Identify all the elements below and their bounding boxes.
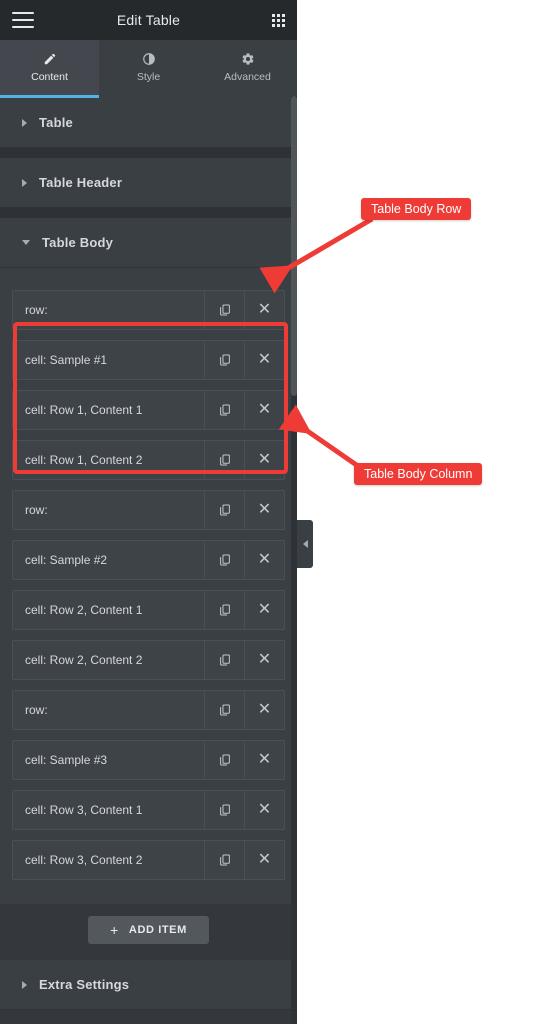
- duplicate-icon[interactable]: [204, 841, 244, 879]
- close-x-icon[interactable]: ✕: [244, 641, 284, 679]
- repeater-item-label[interactable]: cell: Row 1, Content 2: [13, 441, 204, 479]
- repeater-item-label[interactable]: row:: [13, 691, 204, 729]
- repeater-item[interactable]: cell: Sample #1 ✕: [12, 340, 285, 380]
- panel-tabs: Content Style Advanced: [0, 40, 297, 98]
- repeater-item[interactable]: row: ✕: [12, 690, 285, 730]
- close-x-icon[interactable]: ✕: [244, 541, 284, 579]
- close-x-icon[interactable]: ✕: [244, 291, 284, 329]
- tab-advanced[interactable]: Advanced: [198, 40, 297, 98]
- close-x-icon[interactable]: ✕: [244, 591, 284, 629]
- repeater-item[interactable]: cell: Row 2, Content 1 ✕: [12, 590, 285, 630]
- close-x-icon[interactable]: ✕: [244, 341, 284, 379]
- section-extra-settings-label: Extra Settings: [39, 977, 130, 992]
- repeater-item-label[interactable]: cell: Sample #1: [13, 341, 204, 379]
- duplicate-icon[interactable]: [204, 541, 244, 579]
- duplicate-icon[interactable]: [204, 691, 244, 729]
- duplicate-icon[interactable]: [204, 491, 244, 529]
- section-table[interactable]: Table: [0, 98, 297, 148]
- panel-header: Edit Table: [0, 0, 297, 40]
- repeater-item[interactable]: cell: Row 1, Content 2 ✕: [12, 440, 285, 480]
- chevron-down-icon: [22, 240, 30, 245]
- tab-content-label: Content: [31, 71, 68, 84]
- repeater-item-label[interactable]: cell: Row 3, Content 1: [13, 791, 204, 829]
- editor-panel: Edit Table Content Style Advanced Table …: [0, 0, 297, 1024]
- tab-style-label: Style: [136, 71, 161, 84]
- repeater-item-label[interactable]: cell: Row 1, Content 1: [13, 391, 204, 429]
- section-table-header-label: Table Header: [39, 175, 123, 190]
- chevron-left-icon: [302, 540, 308, 548]
- close-x-icon[interactable]: ✕: [244, 741, 284, 779]
- repeater-item[interactable]: cell: Row 1, Content 1 ✕: [12, 390, 285, 430]
- repeater-item[interactable]: row: ✕: [12, 490, 285, 530]
- close-x-icon[interactable]: ✕: [244, 391, 284, 429]
- repeater-item-label[interactable]: cell: Row 3, Content 2: [13, 841, 204, 879]
- duplicate-icon[interactable]: [204, 591, 244, 629]
- page-title: Edit Table: [116, 12, 181, 28]
- add-item-label: ADD ITEM: [128, 924, 187, 936]
- duplicate-icon[interactable]: [204, 641, 244, 679]
- repeater-item[interactable]: cell: Row 2, Content 2 ✕: [12, 640, 285, 680]
- duplicate-icon[interactable]: [204, 441, 244, 479]
- panel-collapse-handle[interactable]: [297, 520, 313, 568]
- section-table-header[interactable]: Table Header: [0, 158, 297, 208]
- hamburger-icon[interactable]: [12, 12, 34, 28]
- section-extra-settings[interactable]: Extra Settings: [0, 960, 297, 1010]
- repeater-item-label[interactable]: cell: Sample #2: [13, 541, 204, 579]
- repeater-item[interactable]: cell: Row 3, Content 1 ✕: [12, 790, 285, 830]
- duplicate-icon[interactable]: [204, 291, 244, 329]
- contrast-icon: [142, 52, 156, 66]
- repeater-item-label[interactable]: row:: [13, 291, 204, 329]
- tab-style[interactable]: Style: [99, 40, 198, 98]
- repeater-item[interactable]: cell: Sample #3 ✕: [12, 740, 285, 780]
- annotation-table-body-row: Table Body Row: [361, 198, 472, 220]
- panel-scrollbar-thumb[interactable]: [291, 96, 297, 396]
- tab-content[interactable]: Content: [0, 40, 99, 98]
- duplicate-icon[interactable]: [204, 341, 244, 379]
- repeater-item[interactable]: cell: Sample #2 ✕: [12, 540, 285, 580]
- plus-icon: +: [110, 922, 119, 938]
- tab-advanced-label: Advanced: [224, 71, 271, 84]
- close-x-icon[interactable]: ✕: [244, 691, 284, 729]
- annotation-table-body-column: Table Body Column: [354, 463, 483, 485]
- duplicate-icon[interactable]: [204, 741, 244, 779]
- grid-apps-icon[interactable]: [272, 13, 285, 27]
- close-x-icon[interactable]: ✕: [244, 441, 284, 479]
- section-table-label: Table: [39, 115, 73, 130]
- close-x-icon[interactable]: ✕: [244, 791, 284, 829]
- duplicate-icon[interactable]: [204, 791, 244, 829]
- repeater-item-label[interactable]: cell: Row 2, Content 2: [13, 641, 204, 679]
- pencil-icon: [43, 52, 57, 66]
- add-item-wrap: + ADD ITEM: [0, 904, 297, 960]
- close-x-icon[interactable]: ✕: [244, 841, 284, 879]
- gear-icon: [241, 52, 255, 66]
- duplicate-icon[interactable]: [204, 391, 244, 429]
- add-item-button[interactable]: + ADD ITEM: [88, 916, 209, 944]
- section-table-body-label: Table Body: [42, 235, 114, 250]
- chevron-right-icon: [22, 980, 27, 989]
- repeater-item-label[interactable]: cell: Sample #3: [13, 741, 204, 779]
- repeater-item[interactable]: cell: Row 3, Content 2 ✕: [12, 840, 285, 880]
- chevron-right-icon: [22, 178, 27, 187]
- close-x-icon[interactable]: ✕: [244, 491, 284, 529]
- repeater-item[interactable]: row: ✕: [12, 290, 285, 330]
- table-body-repeater: row: ✕ cell: Sample #1 ✕ cell: Row 1, Conten…: [0, 268, 297, 904]
- section-table-body[interactable]: Table Body: [0, 218, 297, 268]
- repeater-item-label[interactable]: cell: Row 2, Content 1: [13, 591, 204, 629]
- screenshot-root: Edit Table Content Style Advanced Table …: [0, 0, 533, 1024]
- chevron-right-icon: [22, 118, 27, 127]
- repeater-item-label[interactable]: row:: [13, 491, 204, 529]
